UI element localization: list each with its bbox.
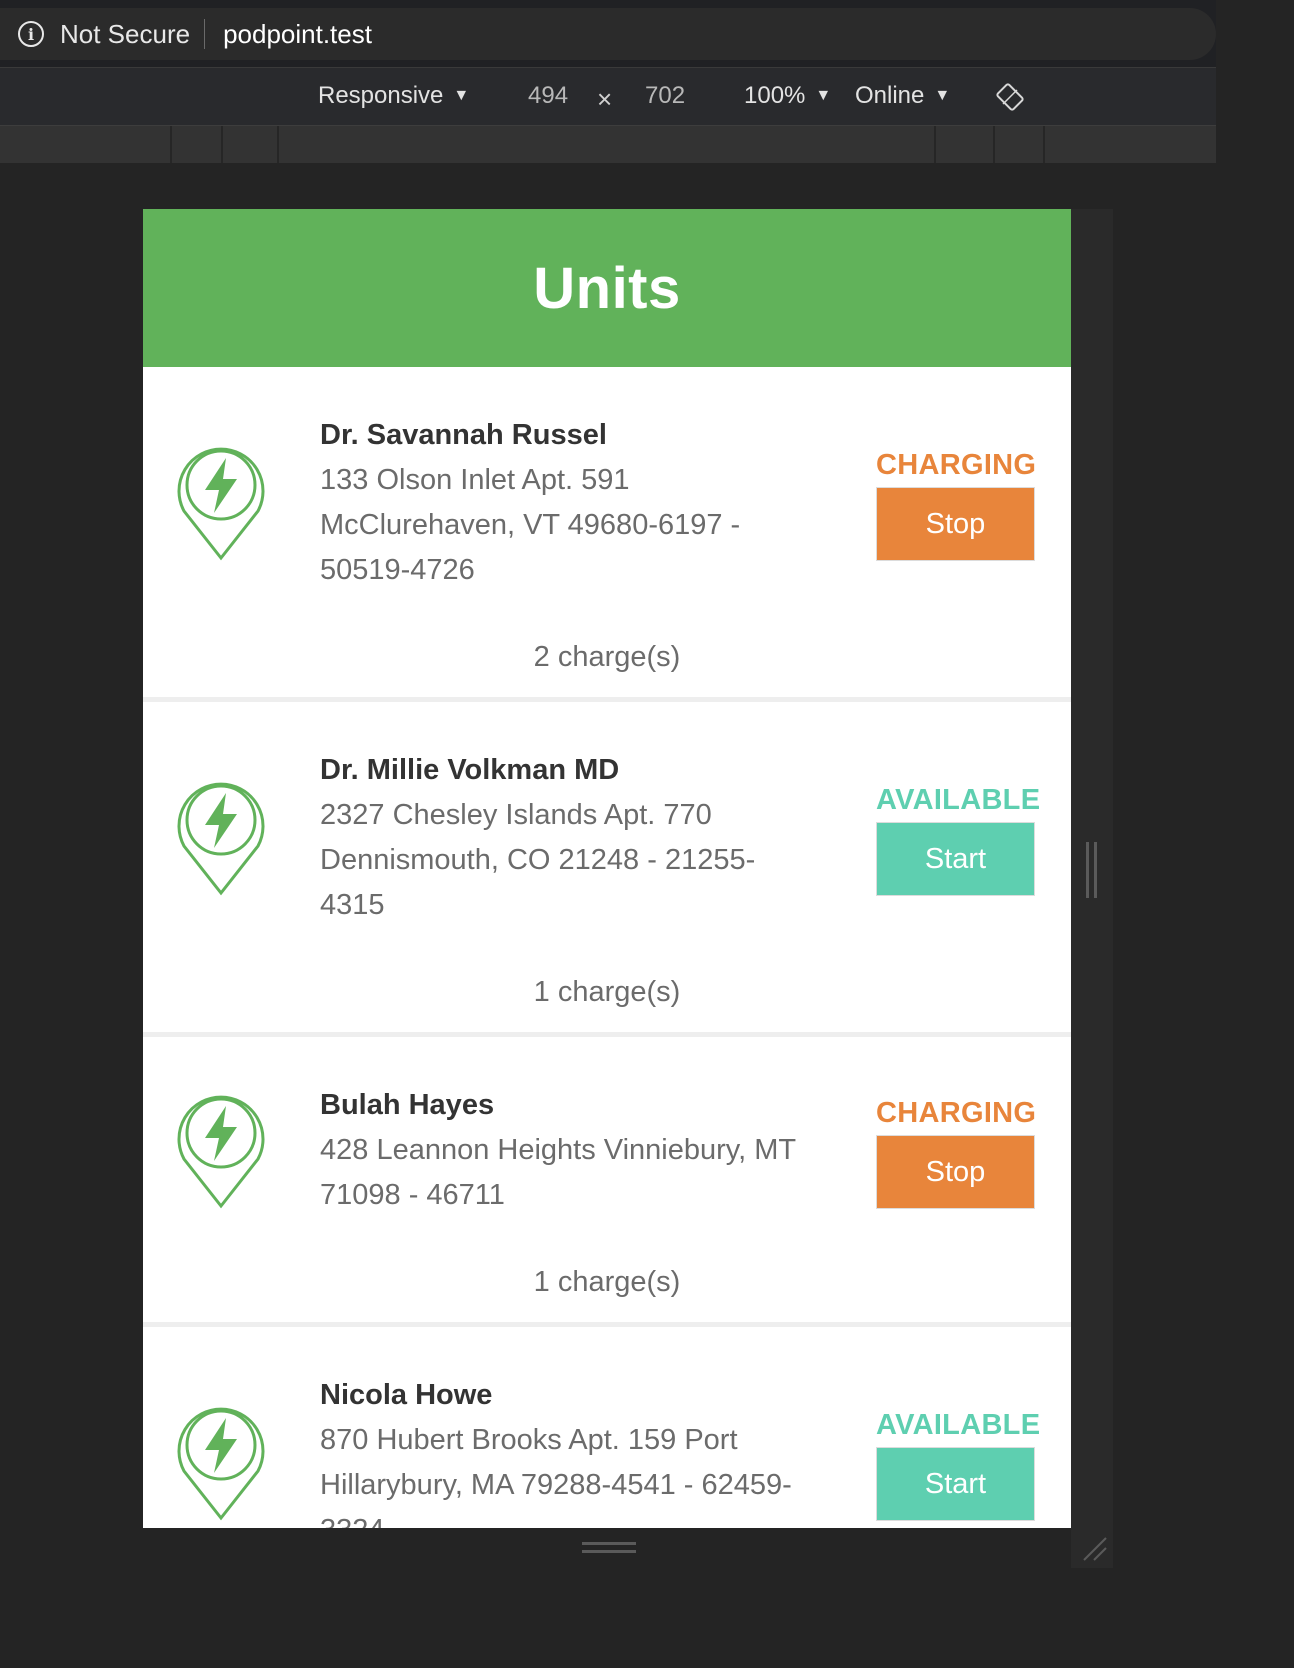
charging-pin-icon	[177, 1095, 265, 1209]
ruler-tick	[170, 126, 172, 163]
stop-button[interactable]: Stop	[876, 1135, 1035, 1209]
unit-address-line: 4315	[320, 889, 385, 921]
chevron-down-icon: ▼	[815, 87, 832, 104]
width-input[interactable]: 494	[528, 82, 568, 110]
chevron-down-icon: ▼	[453, 87, 470, 104]
dimension-times-icon: ×	[597, 84, 613, 114]
network-select-label: Online	[855, 82, 925, 109]
app-header: Units	[143, 209, 1071, 367]
resize-handle-bottom[interactable]	[582, 1542, 636, 1556]
browser-address-bar: i Not Secure podpoint.test	[0, 0, 1216, 68]
network-throttle-select[interactable]: Online ▼	[855, 82, 950, 110]
ruler-tick	[993, 126, 995, 163]
unit-status-box: AVAILABLE Start	[876, 1403, 1041, 1521]
status-label: AVAILABLE	[876, 784, 1041, 816]
unit-info: Nicola Howe 870 Hubert Brooks Apt. 159 P…	[320, 1373, 830, 1528]
charging-pin-icon	[177, 1407, 265, 1521]
ruler-tick	[221, 126, 223, 163]
unit-name: Nicola Howe	[320, 1379, 493, 1411]
unit-name: Dr. Savannah Russel	[320, 419, 607, 451]
ruler-tick	[934, 126, 936, 163]
device-toolbar: Responsive ▼ 494 × 702 100% ▼ Online ▼	[0, 68, 1216, 126]
ruler-tick	[1043, 126, 1045, 163]
unit-card: Dr. Savannah Russel 133 Olson Inlet Apt.…	[143, 367, 1071, 702]
resize-corner-icon[interactable]	[1080, 1534, 1108, 1562]
status-label: CHARGING	[876, 449, 1037, 481]
start-button[interactable]: Start	[876, 822, 1035, 896]
device-select[interactable]: Responsive ▼	[318, 82, 469, 110]
unit-address-line: 133 Olson Inlet Apt. 591	[320, 464, 630, 496]
unit-status-box: CHARGING Stop	[876, 443, 1037, 561]
emulated-viewport: Units Dr. Savannah Russel 133 Olson Inle…	[143, 209, 1071, 1528]
unit-address-line: 2327 Chesley Islands Apt. 770	[320, 799, 712, 831]
ruler-tick	[277, 126, 279, 163]
charging-pin-icon	[177, 782, 265, 896]
unit-info: Dr. Savannah Russel 133 Olson Inlet Apt.…	[320, 413, 830, 593]
rotate-icon	[996, 83, 1024, 111]
unit-address-line: 3324	[320, 1508, 830, 1528]
url-text[interactable]: podpoint.test	[223, 19, 372, 50]
unit-address-line: 428 Leannon Heights Vinniebury, MT	[320, 1134, 797, 1166]
info-icon[interactable]: i	[18, 21, 44, 47]
zoom-select-label: 100%	[744, 82, 806, 109]
device-select-label: Responsive	[318, 82, 444, 109]
charges-count: 1 charge(s)	[533, 1266, 681, 1298]
unit-card: Nicola Howe 870 Hubert Brooks Apt. 159 P…	[143, 1327, 1071, 1528]
status-label: AVAILABLE	[876, 1409, 1041, 1441]
media-query-ruler[interactable]	[0, 126, 1216, 163]
unit-name: Dr. Millie Volkman MD	[320, 754, 620, 786]
unit-address-line: McClurehaven, VT 49680-6197 -	[320, 509, 741, 541]
unit-status-box: CHARGING Stop	[876, 1091, 1037, 1209]
omnibox[interactable]: i Not Secure podpoint.test	[0, 8, 1216, 60]
unit-address-line: 50519-4726	[320, 554, 475, 586]
chevron-down-icon: ▼	[934, 87, 951, 104]
start-button[interactable]: Start	[876, 1447, 1035, 1521]
charging-pin-icon	[177, 447, 265, 561]
unit-status-box: AVAILABLE Start	[876, 778, 1041, 896]
height-input[interactable]: 702	[645, 82, 685, 110]
address-divider	[204, 19, 206, 49]
zoom-select[interactable]: 100% ▼	[744, 82, 831, 110]
stop-button[interactable]: Stop	[876, 487, 1035, 561]
unit-address-line: 870 Hubert Brooks Apt. 159 Port	[320, 1424, 738, 1456]
unit-address-line: Dennismouth, CO 21248 - 21255-	[320, 844, 756, 876]
security-label[interactable]: Not Secure	[60, 19, 190, 50]
unit-info: Dr. Millie Volkman MD 2327 Chesley Islan…	[320, 748, 830, 928]
unit-address-line: 71098 - 46711	[320, 1179, 505, 1211]
resize-handle-right[interactable]	[1086, 842, 1100, 898]
charges-count: 1 charge(s)	[533, 976, 681, 1008]
unit-name: Bulah Hayes	[320, 1089, 495, 1121]
charges-count: 2 charge(s)	[533, 641, 681, 673]
status-label: CHARGING	[876, 1097, 1037, 1129]
rotate-button[interactable]	[996, 83, 1024, 111]
page-title: Units	[533, 255, 681, 321]
unit-info: Bulah Hayes 428 Leannon Heights Vinniebu…	[320, 1083, 830, 1218]
unit-address-line: Hillarybury, MA 79288-4541 - 62459-	[320, 1469, 792, 1501]
unit-card: Dr. Millie Volkman MD 2327 Chesley Islan…	[143, 702, 1071, 1037]
unit-card: Bulah Hayes 428 Leannon Heights Vinniebu…	[143, 1037, 1071, 1327]
